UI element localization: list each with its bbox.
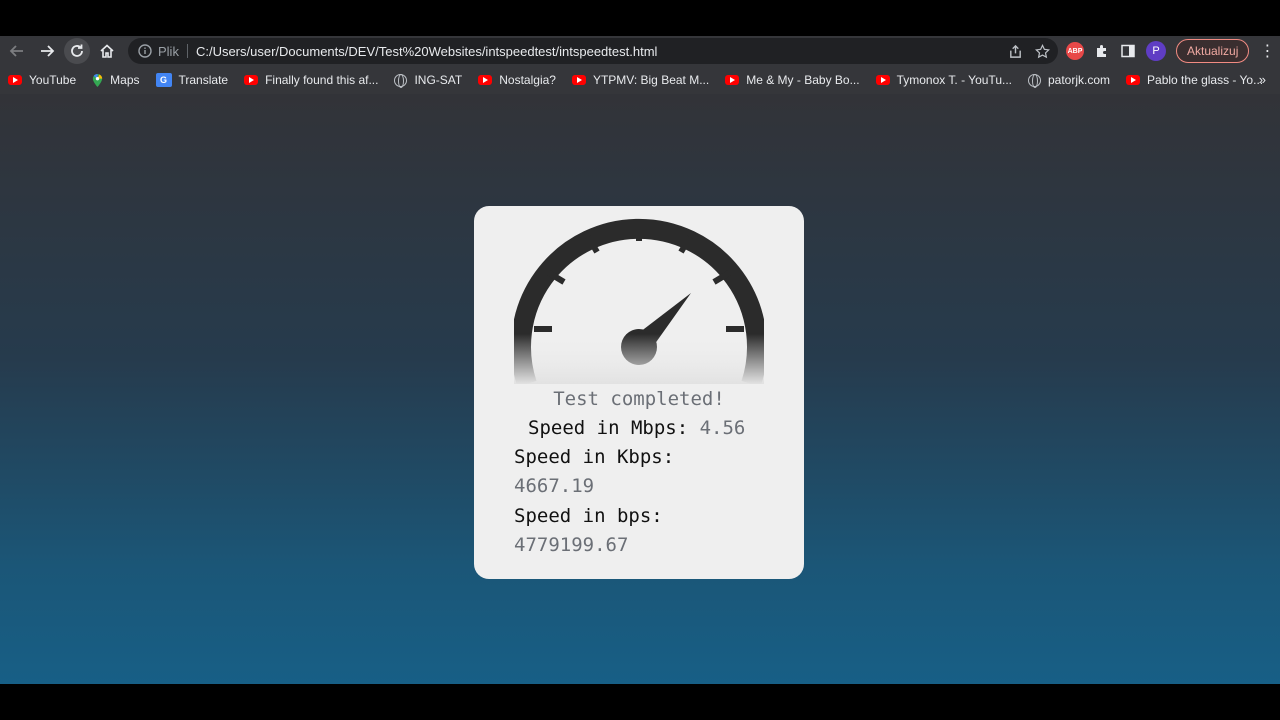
globe-icon	[1028, 73, 1041, 88]
kbps-label: Speed in Kbps:	[514, 446, 675, 468]
info-icon	[138, 44, 152, 58]
reload-button[interactable]	[62, 36, 92, 66]
bookmark-youtube[interactable]: YouTube	[8, 73, 76, 87]
star-icon[interactable]	[1035, 43, 1050, 59]
youtube-icon	[571, 75, 586, 85]
site-info[interactable]: Plik	[138, 44, 179, 59]
address-bar[interactable]: Plik C:/Users/user/Documents/DEV/Test%20…	[128, 38, 1058, 64]
letterbox-bottom	[0, 684, 1280, 720]
omnibox-separator	[186, 44, 188, 58]
youtube-icon	[725, 75, 740, 85]
menu-dots-icon[interactable]: ⋮	[1259, 41, 1275, 61]
bookmark-item[interactable]: ING-SAT	[394, 73, 462, 88]
adblock-icon[interactable]: ABP	[1066, 42, 1084, 60]
back-button[interactable]	[2, 36, 32, 66]
mbps-value: 4.56	[699, 417, 746, 439]
youtube-icon	[875, 75, 890, 85]
youtube-icon	[1126, 75, 1141, 85]
profile-avatar[interactable]: P	[1146, 41, 1166, 61]
kbps-value: 4667.19	[514, 475, 595, 497]
file-label: Plik	[158, 43, 179, 59]
bookmark-translate[interactable]: G Translate	[155, 73, 228, 87]
url-text[interactable]: C:/Users/user/Documents/DEV/Test%20Websi…	[196, 44, 657, 59]
chevron-right-double-icon[interactable]: »	[1259, 72, 1266, 87]
page-content: Test completed! Speed in Mbps: 4.56 Spee…	[0, 94, 1280, 684]
forward-button[interactable]	[32, 36, 62, 66]
youtube-icon	[8, 75, 22, 85]
globe-icon	[394, 73, 408, 88]
share-icon[interactable]	[1008, 44, 1023, 59]
update-button[interactable]: Aktualizuj	[1176, 39, 1250, 63]
mbps-label: Speed in Mbps:	[528, 417, 689, 439]
bookmark-item[interactable]: patorjk.com	[1028, 73, 1110, 88]
bookmark-item[interactable]: Nostalgia?	[478, 73, 556, 87]
arrow-left-icon	[9, 45, 23, 57]
mbps-row: Speed in Mbps: 4.56	[528, 417, 745, 439]
bookmark-item[interactable]: YTPMV: Big Beat M...	[571, 73, 709, 87]
home-button[interactable]	[92, 36, 122, 66]
speedometer-icon	[514, 218, 764, 384]
bookmarks-bar: YouTube Maps G Translate Finally found th…	[0, 66, 1280, 94]
reload-icon	[71, 44, 83, 57]
browser-toolbar: Plik C:/Users/user/Documents/DEV/Test%20…	[0, 36, 1280, 66]
bookmark-item[interactable]: Pablo the glass - Yo...	[1126, 73, 1263, 87]
youtube-icon	[244, 75, 259, 85]
side-panel-icon[interactable]	[1120, 43, 1136, 59]
youtube-icon	[478, 75, 493, 85]
bps-label: Speed in bps:	[514, 505, 663, 527]
bps-value: 4779199.67	[514, 534, 629, 556]
extensions-area: ABP P Aktualizuj ⋮	[1066, 36, 1275, 66]
speedtest-card: Test completed! Speed in Mbps: 4.56 Spee…	[474, 206, 804, 579]
bookmark-item[interactable]: Tymonox T. - YouTu...	[875, 73, 1012, 87]
letterbox-top	[0, 0, 1280, 36]
arrow-right-icon	[41, 45, 55, 57]
maps-icon	[93, 73, 103, 87]
translate-icon: G	[155, 73, 172, 87]
bookmark-item[interactable]: Me & My - Baby Bo...	[725, 73, 860, 87]
bookmark-maps[interactable]: Maps	[92, 73, 140, 87]
puzzle-icon[interactable]	[1094, 43, 1110, 59]
home-icon	[100, 44, 114, 58]
test-status: Test completed!	[553, 388, 725, 410]
bookmark-item[interactable]: Finally found this af...	[244, 73, 378, 87]
